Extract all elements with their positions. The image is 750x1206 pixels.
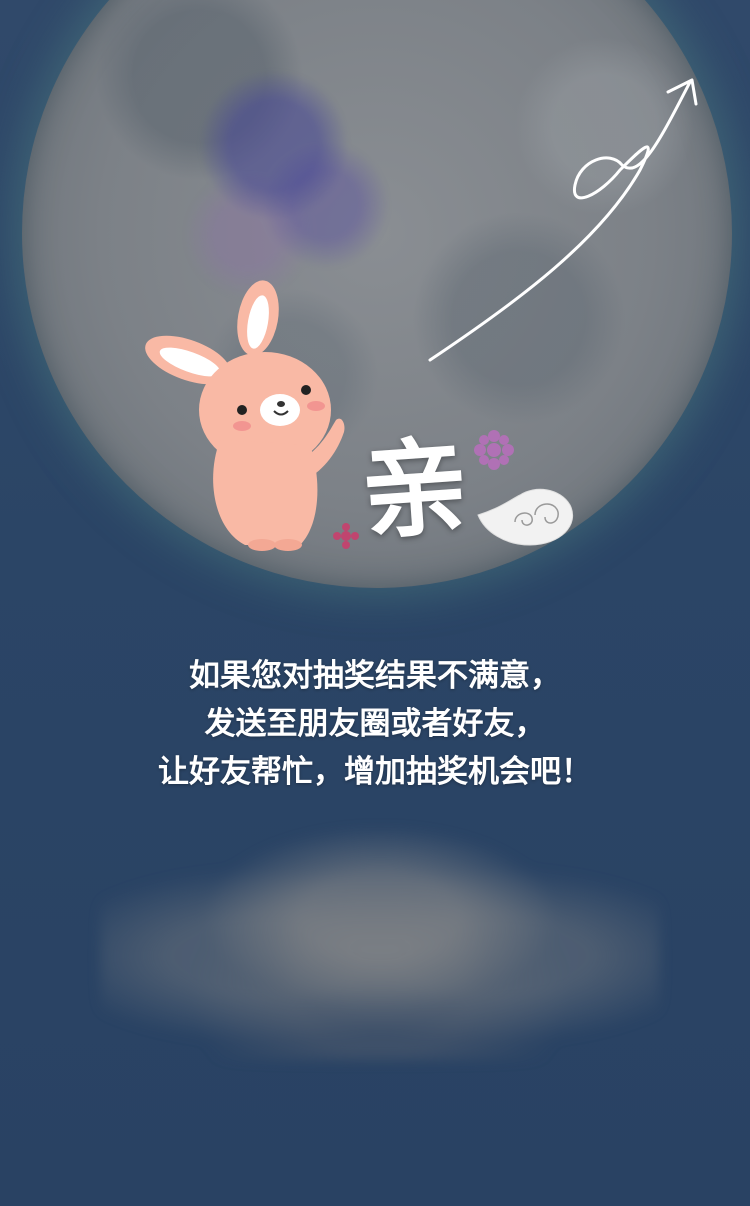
message-line-3: 让好友帮忙，增加抽奖机会吧！ bbox=[158, 754, 592, 790]
message-line-1: 如果您对抽奖结果不满意， bbox=[189, 658, 561, 694]
auspicious-cloud-icon bbox=[477, 488, 573, 546]
message-line-2: 发送至朋友圈或者好友， bbox=[204, 706, 546, 742]
headline-character: 亲 bbox=[357, 424, 473, 555]
lottery-share-message: 如果您对抽奖结果不满意， 发送至朋友圈或者好友， 让好友帮忙，增加抽奖机会吧！ bbox=[0, 652, 750, 796]
